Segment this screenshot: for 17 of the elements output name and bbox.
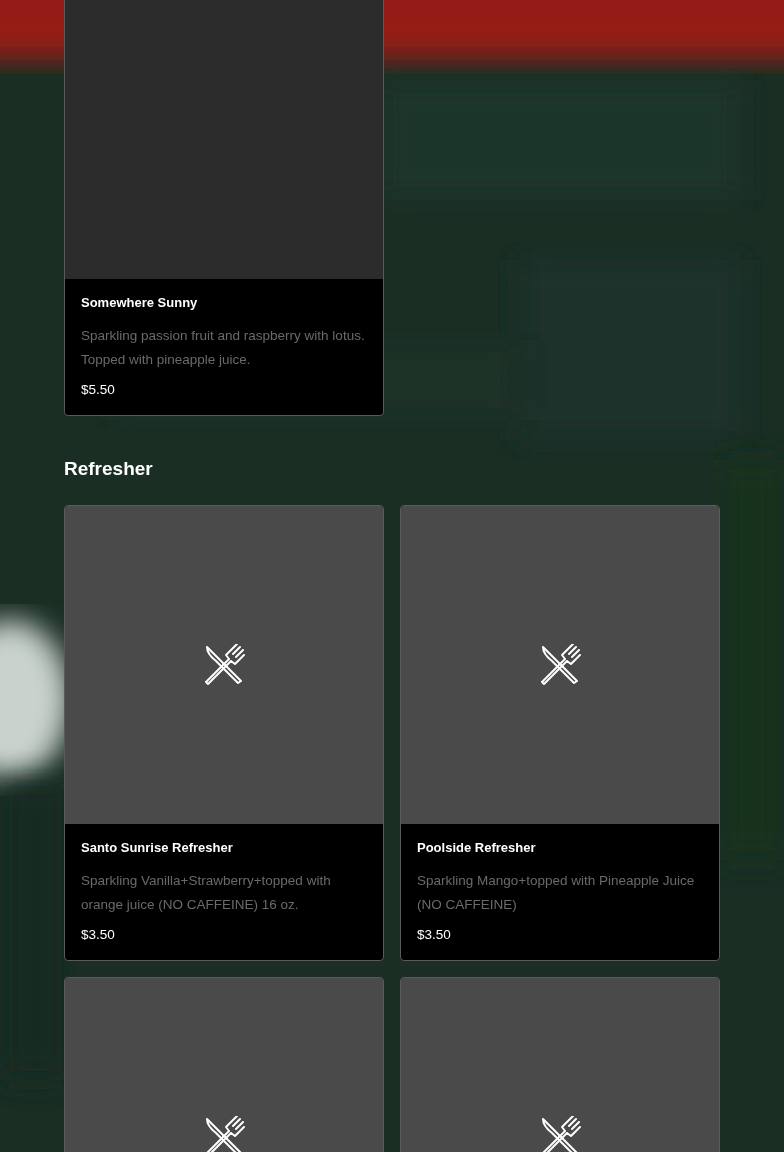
cutlery-icon (203, 1116, 245, 1152)
cutlery-icon (539, 1116, 581, 1152)
item-price: $3.50 (81, 926, 116, 944)
item-price: $3.50 (417, 926, 452, 944)
item-description: Sparkling passion fruit and raspberry with lotus. Topped with pineapple juice. (81, 327, 366, 369)
item-name: Somewhere Sunny (81, 294, 199, 312)
item-description: Sparkling Mango+topped with Pineapple Juice (NO CAFFEINE) (417, 872, 696, 914)
item-price: $5.50 (81, 381, 116, 399)
menu-item-card[interactable]: Santo Sunrise Refresher Sparkling Vanilla+Strawberry+topped with orange juice (NO CAFFEINE) 16 oz. $3.50 (64, 505, 384, 961)
item-description: Sparkling Vanilla+Strawberry+topped with orange juice (NO CAFFEINE) 16 oz. (81, 872, 332, 914)
item-name: Poolside Refresher (417, 839, 537, 857)
cutlery-icon (203, 644, 245, 686)
menu-item-card[interactable]: Poolside Refresher Sparkling Mango+topped with Pineapple Juice (NO CAFFEINE) $3.50 (400, 505, 720, 961)
item-name: Santo Sunrise Refresher (81, 839, 234, 857)
cutlery-icon (539, 644, 581, 686)
section-heading: Refresher (64, 457, 154, 481)
menu-item-card[interactable]: Somewhere Sunny Sparkling passion fruit and raspberry with lotus. Topped with pineapple juice. $5.50 (64, 0, 384, 416)
